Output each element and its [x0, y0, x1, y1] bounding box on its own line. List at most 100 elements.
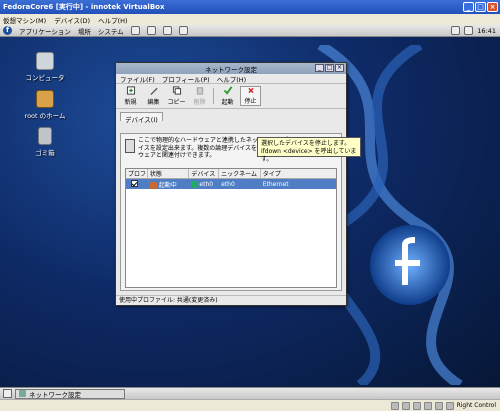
network-app-icon: [19, 390, 26, 397]
editor-launcher-icon[interactable]: [162, 26, 172, 35]
vbox-menu-machine[interactable]: 仮想マシン(M): [3, 15, 46, 25]
tab-devices[interactable]: デバイス(I): [120, 112, 163, 124]
clock[interactable]: 16:41: [477, 27, 496, 35]
panel-tray: 16:41: [451, 26, 500, 35]
column-profile[interactable]: プロフ: [126, 169, 148, 178]
delete-button[interactable]: 削除: [189, 86, 210, 106]
column-device[interactable]: デバイス: [189, 169, 220, 178]
edit-button[interactable]: 編集: [143, 86, 164, 106]
edit-button-label: 編集: [147, 99, 160, 106]
browser-launcher-icon[interactable]: [130, 26, 140, 35]
device-list-header: プロフ 状態 デバイス ニックネーム タイプ: [126, 169, 336, 179]
home-folder-icon: [36, 90, 54, 108]
dialog-close-button[interactable]: ×: [335, 64, 344, 72]
dialog-menubar: ファイル(F) プロフィール(P) ヘルプ(H): [116, 74, 346, 84]
device-text: eth0: [199, 180, 214, 188]
type-cell: Ethernet: [262, 180, 289, 188]
desktop-icon-root-home[interactable]: root のホーム: [15, 90, 75, 120]
menu-applications[interactable]: アプリケーション: [19, 26, 71, 36]
dialog-status-bar: 使用中プロファイル: 共通(変更済み): [116, 295, 346, 305]
nickname-cell: eth0: [221, 180, 235, 188]
new-icon: [126, 86, 135, 95]
menu-places[interactable]: 場所: [78, 26, 91, 36]
maximize-button[interactable]: □: [475, 2, 486, 12]
vbox-title: FedoraCore6 [実行中] - innotek VirtualBox: [3, 3, 165, 11]
deactivate-icon: [247, 87, 254, 94]
taskbar-label: ネットワーク設定: [29, 390, 81, 399]
network-tray-icon[interactable]: [451, 26, 461, 35]
terminal-launcher-icon[interactable]: [178, 26, 188, 35]
copy-button-label: コピー: [167, 99, 186, 106]
dialog-menu-profile[interactable]: プロフィール(P): [162, 74, 210, 84]
desktop-icon-label: コンピュータ: [25, 74, 65, 82]
volume-icon[interactable]: [464, 26, 474, 35]
mail-launcher-icon[interactable]: [146, 26, 156, 35]
mouse-capture-icon: [445, 401, 454, 410]
device-cell: eth0: [189, 180, 219, 188]
profile-cell: [126, 179, 148, 189]
column-status[interactable]: 状態: [148, 169, 190, 178]
dialog-window-buttons: _ □ ×: [315, 64, 344, 72]
dialog-minimize-button[interactable]: _: [315, 64, 324, 72]
network-indicator-icon: [423, 401, 432, 410]
active-status-icon: [149, 181, 157, 189]
column-nickname[interactable]: ニックネーム: [219, 169, 261, 178]
desktop-icon-label: root のホーム: [24, 112, 66, 120]
gnome-top-panel: f アプリケーション 場所 システム 16:41: [0, 25, 500, 37]
usb-indicator-icon: [434, 401, 443, 410]
dialog-maximize-button[interactable]: □: [325, 64, 334, 72]
deactivate-button[interactable]: 停止: [240, 86, 261, 106]
cdrom-indicator-icon: [401, 401, 410, 410]
column-type[interactable]: タイプ: [261, 169, 336, 178]
hdd-indicator-icon: [390, 401, 399, 410]
minimize-button[interactable]: _: [463, 2, 474, 12]
new-button-label: 新規: [124, 99, 137, 106]
close-button[interactable]: ×: [487, 2, 498, 12]
status-cell: 起動中: [148, 180, 190, 189]
host-key-label: Right Control: [456, 402, 496, 409]
network-config-dialog: ネットワーク設定 _ □ × ファイル(F) プロフィール(P) ヘルプ(H) …: [115, 62, 347, 306]
computer-icon: [36, 52, 54, 70]
taskbar-item-network-settings[interactable]: ネットワーク設定: [15, 388, 125, 399]
network-card-icon: [125, 139, 135, 153]
table-row[interactable]: 起動中 eth0 eth0 Ethernet: [126, 179, 336, 189]
deactivate-button-label: 停止: [244, 98, 257, 105]
ethernet-icon: [191, 180, 198, 188]
dialog-toolbar: 新規 編集 コピー 削除 起動 停止: [116, 84, 346, 109]
deactivate-tooltip: 選択したデバイスを停止します。ifdown <device> を呼出していま す…: [257, 137, 361, 163]
copy-button[interactable]: コピー: [166, 86, 187, 106]
tab-row: デバイス(I): [116, 109, 346, 124]
desktop-icon-label: ゴミ箱: [35, 149, 55, 157]
activate-button[interactable]: 起動: [217, 86, 238, 106]
edit-icon: [149, 87, 158, 95]
desktop-icon-computer[interactable]: コンピュータ: [15, 52, 75, 82]
vbox-window-buttons: _ □ ×: [463, 2, 500, 12]
menu-system[interactable]: システム: [98, 26, 124, 36]
desktop-icon-trash[interactable]: ゴミ箱: [15, 127, 75, 157]
show-desktop-icon[interactable]: [3, 389, 12, 398]
copy-icon: [172, 86, 181, 95]
tooltip-line: す。: [261, 156, 273, 163]
gnome-bottom-panel: ネットワーク設定: [0, 387, 500, 399]
dialog-title: ネットワーク設定: [205, 65, 257, 74]
dialog-menu-file[interactable]: ファイル(F): [120, 74, 155, 84]
vbox-menubar: 仮想マシン(M) デバイス(D) ヘルプ(H): [0, 14, 500, 25]
dialog-title-bar[interactable]: ネットワーク設定 _ □ ×: [116, 63, 346, 74]
trash-icon: [38, 127, 52, 145]
tooltip-line: 選択したデバイスを停止します。ifdown <device> を呼出していま: [261, 140, 357, 155]
vbox-status-bar: Right Control: [0, 399, 500, 411]
floppy-indicator-icon: [412, 401, 421, 410]
vbox-title-bar: FedoraCore6 [実行中] - innotek VirtualBox _…: [0, 0, 500, 14]
vbox-menu-devices[interactable]: デバイス(D): [54, 15, 90, 25]
vbox-menu-help[interactable]: ヘルプ(H): [98, 15, 127, 25]
activate-button-label: 起動: [221, 99, 234, 106]
profile-checkbox[interactable]: [131, 179, 138, 187]
delete-icon: [196, 87, 203, 95]
device-list: プロフ 状態 デバイス ニックネーム タイプ 起動中 eth0 eth0 Eth…: [125, 168, 337, 288]
fedora-logo-icon: f: [3, 26, 12, 35]
new-button[interactable]: 新規: [120, 86, 141, 106]
dialog-menu-help[interactable]: ヘルプ(H): [217, 74, 246, 84]
status-text: 起動中: [158, 181, 177, 189]
toolbar-separator: [213, 88, 214, 104]
guest-desktop: f アプリケーション 場所 システム 16:41 コンピュータ root のホー…: [0, 25, 500, 399]
